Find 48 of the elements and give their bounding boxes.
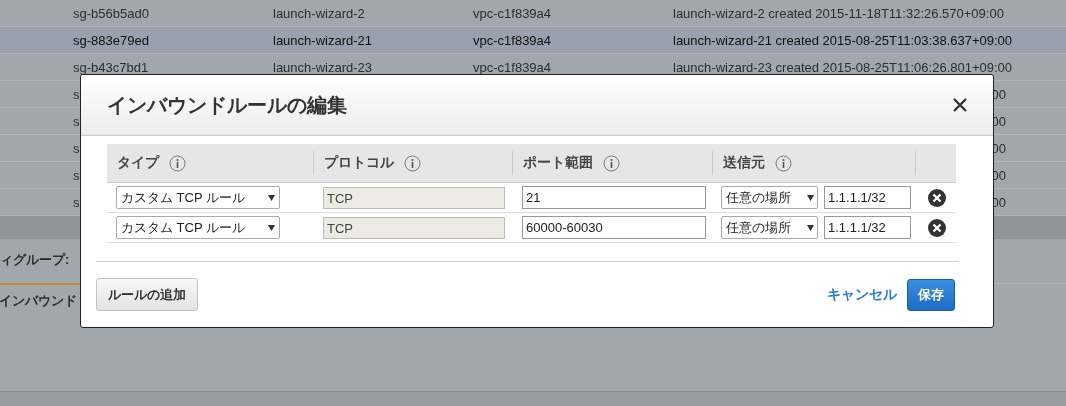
table-cell: s [73, 140, 80, 156]
table-cell: s [73, 194, 80, 210]
table-cell: sg-883e79ed [73, 32, 149, 48]
table-cell: launch-wizard-2 [273, 5, 365, 21]
column-header: タイプ [117, 154, 159, 172]
caret-icon [268, 194, 275, 201]
source-dropdown[interactable]: 任意の場所 [721, 216, 818, 239]
close-icon[interactable] [953, 98, 967, 112]
protocol-field: TCP [323, 216, 505, 239]
column-header: ポート範囲 [523, 154, 593, 172]
table-row[interactable]: sg-883e79ed launch-wizard-21 vpc-c1f839a4 launch-wizard-21 created 2015-08-25T11:03:38.637+09:00 [0, 27, 1066, 54]
dialog-title: インバウンドルールの編集 [107, 92, 347, 118]
table-cell: sg-b56b5ad0 [73, 5, 149, 21]
info-icon[interactable] [404, 154, 421, 172]
table-cell: s [73, 167, 80, 183]
caret-icon [807, 194, 814, 201]
table-cell: launch-wizard-23 created 2015-08-25T11:06:26.801+09:00 [673, 59, 1013, 75]
source-dropdown[interactable]: 任意の場所 [721, 186, 818, 209]
add-rule-button[interactable]: ルールの追加 [96, 278, 198, 311]
table-cell: launch-wizard-23 [273, 59, 372, 75]
cancel-link[interactable]: キャンセル [827, 285, 897, 304]
save-button[interactable]: 保存 [907, 278, 955, 311]
type-dropdown[interactable]: カスタム TCP ルール [116, 216, 280, 239]
table-cell: launch-wizard-2 created 2015-11-18T11:32:26.570+09:00 [673, 5, 1004, 21]
remove-icon[interactable] [928, 188, 946, 207]
table-cell: vpc-c1f839a4 [473, 59, 552, 75]
table-cell: sg-b43c7bd1 [73, 59, 149, 75]
info-icon[interactable] [775, 154, 792, 172]
info-icon[interactable] [603, 154, 620, 172]
table-cell: vpc-c1f839a4 [473, 32, 552, 48]
column-header: 送信元 [723, 154, 765, 172]
table-cell: vpc-c1f839a4 [473, 5, 552, 21]
protocol-field: TCP [323, 186, 505, 209]
table-cell: launch-wizard-21 created 2015-08-25T11:03:38.637+09:00 [673, 32, 1013, 48]
table-cell: s [73, 86, 80, 102]
table-cell: s [73, 113, 80, 129]
type-dropdown[interactable]: カスタム TCP ルール [116, 186, 280, 209]
table-cell: launch-wizard-21 [273, 32, 372, 48]
cidr-field[interactable]: 1.1.1.1/32 [824, 216, 911, 239]
info-icon[interactable] [169, 154, 186, 172]
column-header: プロトコル [324, 154, 394, 172]
cidr-field[interactable]: 1.1.1.1/32 [824, 186, 911, 209]
caret-icon [268, 224, 275, 231]
panel-title: ィグループ: [0, 251, 71, 269]
port-range-field[interactable]: 60000-60030 [522, 216, 706, 239]
remove-icon[interactable] [928, 218, 946, 237]
port-range-field[interactable]: 21 [522, 186, 706, 209]
caret-icon [807, 224, 814, 231]
